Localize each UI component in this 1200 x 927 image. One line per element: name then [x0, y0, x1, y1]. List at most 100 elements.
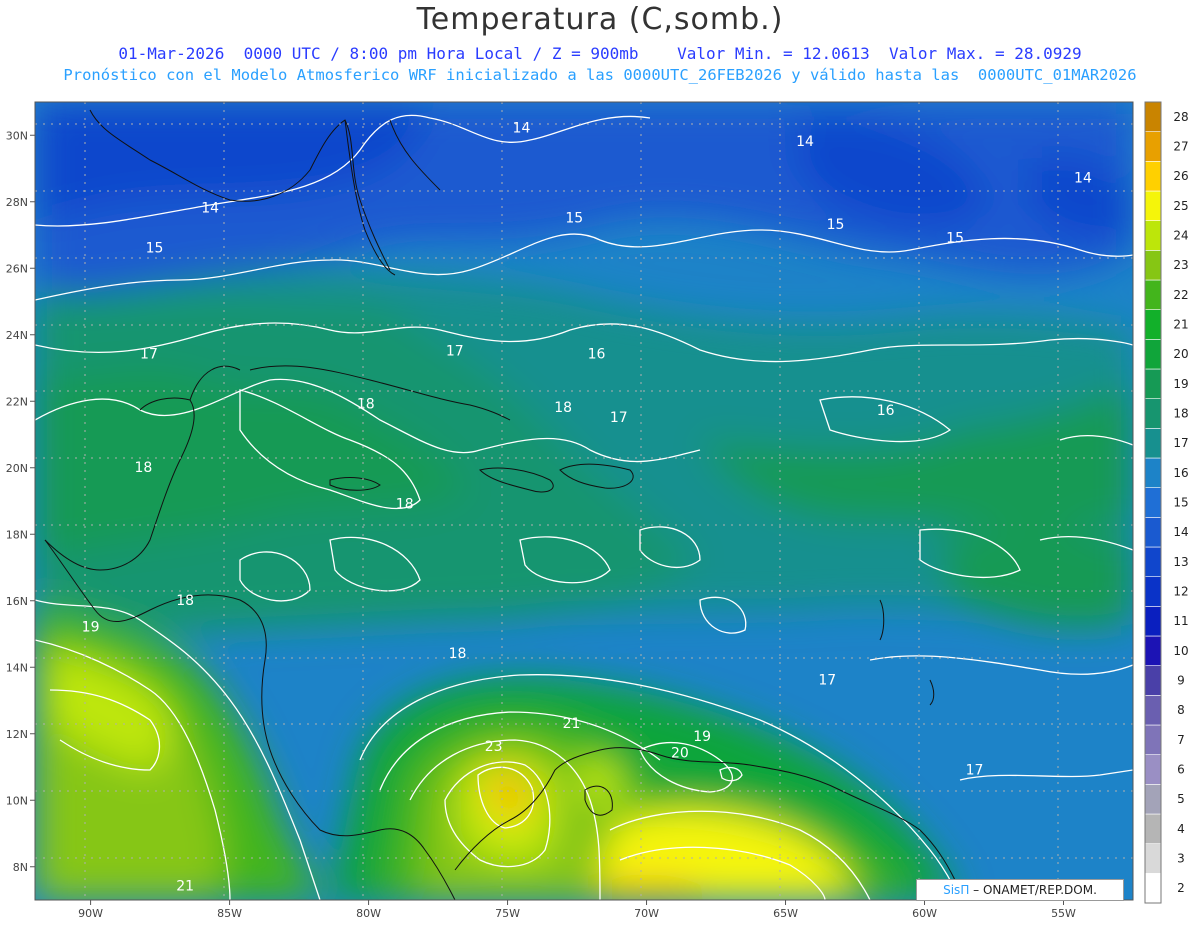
colorbar-label: 22	[1173, 288, 1188, 302]
colorbar-label: 21	[1173, 318, 1188, 332]
contour-label-14: 14	[1074, 170, 1092, 186]
credit-text: – ONAMET/REP.DOM.	[973, 883, 1097, 897]
contour-label-14: 14	[796, 134, 814, 150]
colorbar-swatch	[1144, 517, 1162, 548]
colorbar-label: 28	[1173, 110, 1188, 124]
colorbar-swatch	[1144, 724, 1162, 755]
x-tick-label: 70W	[634, 907, 659, 920]
colorbar-swatch	[1144, 576, 1162, 607]
y-tick-label: 20N	[6, 462, 28, 475]
colorbar-swatch	[1144, 309, 1162, 340]
colorbar-label: 4	[1177, 822, 1185, 836]
colorbar-label: 13	[1173, 555, 1188, 569]
colorbar-label: 17	[1173, 436, 1188, 450]
x-tick-label: 55W	[1051, 907, 1076, 920]
y-tick-label: 12N	[6, 728, 28, 741]
contour-label-18: 18	[176, 593, 194, 609]
contour-label-21: 21	[176, 879, 194, 895]
x-tick-label: 75W	[495, 907, 520, 920]
model-info-line: Pronóstico con el Modelo Atmosferico WRF…	[63, 66, 1137, 84]
colorbar-label: 5	[1177, 792, 1185, 806]
colorbar-swatch	[1144, 279, 1162, 310]
contour-label-15: 15	[827, 217, 845, 233]
colorbar-label: 18	[1173, 407, 1188, 421]
colorbar-label: 15	[1173, 496, 1188, 510]
contour-label-18: 18	[396, 496, 414, 512]
contour-label-20: 20	[671, 746, 689, 762]
colorbar-swatch	[1144, 813, 1162, 844]
colorbar-label: 23	[1173, 258, 1188, 272]
colorbar-swatch	[1144, 101, 1162, 132]
contour-label-18: 18	[554, 400, 572, 416]
colorbar-swatch	[1144, 546, 1162, 577]
contour-label-17: 17	[140, 347, 158, 363]
colorbar-swatch	[1144, 190, 1162, 221]
y-tick-label: 22N	[6, 395, 28, 408]
colorbar-label: 27	[1173, 140, 1188, 154]
colorbar-label: 6	[1177, 763, 1185, 777]
colorbar-swatch	[1144, 606, 1162, 637]
colorbar-swatch	[1144, 754, 1162, 785]
colorbar-swatch	[1144, 428, 1162, 459]
contour-label-14: 14	[201, 200, 219, 216]
contour-label-17: 17	[446, 343, 464, 359]
contour-label-18: 18	[357, 397, 375, 413]
contour-label-19: 19	[693, 729, 711, 745]
contour-label-21: 21	[563, 716, 581, 732]
colorbar-swatch	[1144, 131, 1162, 162]
x-tick-label: 80W	[356, 907, 381, 920]
contour-label-16: 16	[877, 403, 895, 419]
contour-label-15: 15	[146, 240, 164, 256]
shaded-field	[35, 102, 1133, 900]
contour-label-15: 15	[946, 230, 964, 246]
colorbar-swatch	[1144, 695, 1162, 726]
x-tick-label: 65W	[773, 907, 798, 920]
colorbar-label: 2	[1177, 881, 1185, 895]
x-tick-label: 85W	[217, 907, 242, 920]
colorbar-label: 19	[1173, 377, 1188, 391]
y-tick-label: 28N	[6, 196, 28, 209]
x-tick-label: 60W	[912, 907, 937, 920]
colorbar-label: 24	[1173, 229, 1188, 243]
y-tick-label: 18N	[6, 528, 28, 541]
contour-label-17: 17	[818, 673, 836, 689]
contour-label-15: 15	[565, 210, 583, 226]
y-tick-label: 26N	[6, 262, 28, 275]
colorbar-label: 8	[1177, 703, 1185, 717]
colorbar: 2345678910111213141516171819202122232425…	[1144, 101, 1189, 904]
colorbar-swatch	[1144, 220, 1162, 251]
colorbar-label: 9	[1177, 674, 1185, 688]
colorbar-swatch	[1144, 161, 1162, 192]
colorbar-swatch	[1144, 784, 1162, 815]
x-axis: 90W 85W 80W 75W 70W 65W 60W 55W	[78, 900, 1076, 920]
contour-label-17: 17	[610, 410, 628, 426]
colorbar-label: 3	[1177, 852, 1185, 866]
y-tick-label: 16N	[6, 595, 28, 608]
colorbar-label: 14	[1173, 525, 1188, 539]
contour-label-19: 19	[82, 619, 100, 635]
colorbar-swatch	[1144, 873, 1162, 904]
valid-time-line: 01-Mar-2026 0000 UTC / 8:00 pm Hora Loca…	[118, 44, 1082, 63]
colorbar-swatch	[1144, 368, 1162, 399]
credit-brand: SisΠ	[943, 883, 970, 897]
colorbar-label: 26	[1173, 169, 1188, 183]
colorbar-swatch	[1144, 665, 1162, 696]
colorbar-swatch	[1144, 250, 1162, 281]
y-axis: 30N 28N 26N 24N 22N 20N 18N 16N 14N 12N 10N 8N	[6, 129, 35, 874]
colorbar-swatch	[1144, 635, 1162, 666]
colorbar-label: 16	[1173, 466, 1188, 480]
y-tick-label: 10N	[6, 794, 28, 807]
y-tick-label: 30N	[6, 129, 28, 142]
x-tick-label: 90W	[78, 907, 103, 920]
contour-label-23: 23	[485, 739, 503, 755]
colorbar-swatch	[1144, 457, 1162, 488]
y-tick-label: 14N	[6, 661, 28, 674]
colorbar-label: 25	[1173, 199, 1188, 213]
colorbar-label: 12	[1173, 585, 1188, 599]
contour-label-18: 18	[134, 460, 152, 476]
contour-label-16: 16	[588, 347, 606, 363]
colorbar-label: 20	[1173, 347, 1188, 361]
contour-label-14: 14	[513, 121, 531, 137]
contour-label-17: 17	[966, 762, 984, 778]
map-title: Temperatura (C,somb.)	[416, 2, 784, 37]
